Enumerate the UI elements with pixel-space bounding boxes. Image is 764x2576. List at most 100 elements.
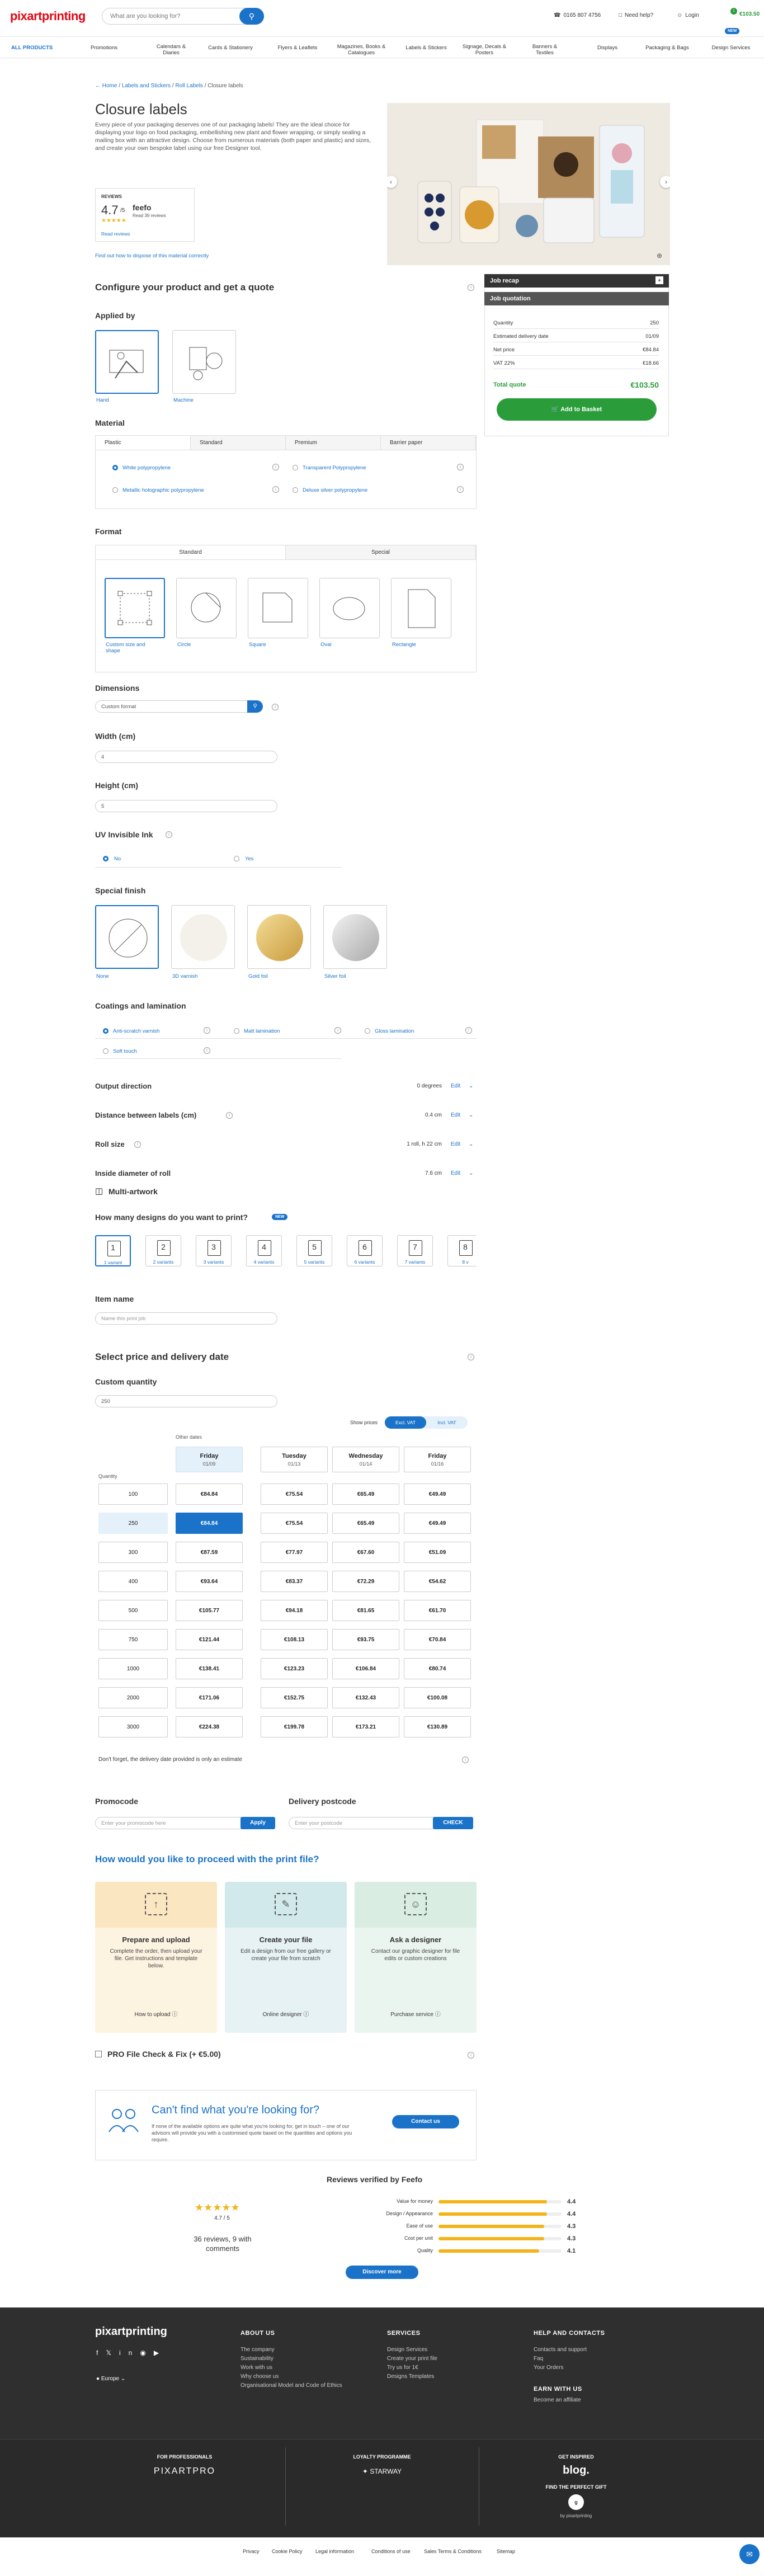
nav-labels[interactable]: Labels & Stickers [404,45,449,51]
footer-link[interactable]: Design Services [387,2347,427,2353]
vat-toggle[interactable]: Excl. VAT Incl. VAT [385,1416,468,1429]
material-radio-holographic-pp[interactable] [112,487,118,493]
inside-diameter-edit[interactable]: Edit [451,1170,460,1176]
price-cell[interactable]: €93.75 [332,1629,399,1650]
dimensions-search-icon[interactable]: ⚲ [247,700,263,713]
price-cell[interactable]: €49.49 [404,1484,471,1505]
contact-us-button[interactable]: Contact us [392,2115,459,2128]
quantity-cell[interactable]: 750 [98,1629,168,1650]
footer-bottom-link[interactable]: Conditions of use [371,2549,411,2554]
coating-radio-soft-touch[interactable] [103,1048,109,1054]
info-icon[interactable]: i [468,2052,474,2059]
footer-link[interactable]: Try us for 1€ [387,2365,418,2371]
footer-link[interactable]: Faq [534,2356,543,2362]
nav-design-services[interactable]: Design Services [706,45,756,51]
price-cell[interactable]: €173.21 [332,1716,399,1737]
info-icon[interactable]: i [134,1141,141,1148]
price-cell[interactable]: €81.65 [332,1600,399,1621]
price-cell[interactable]: €94.18 [261,1600,328,1621]
search-input[interactable] [110,13,233,20]
expand-icon[interactable]: + [655,276,663,284]
quantity-cell[interactable]: 250 [98,1513,168,1534]
proceed-card[interactable]: ↑ Prepare and upload Complete the order, t… [95,1882,217,2033]
uv-radio-no[interactable] [103,856,109,861]
price-cell[interactable]: €87.59 [176,1542,243,1563]
coating-radio-gloss[interactable] [365,1028,370,1034]
footer-bottom-link[interactable]: Sitemap [497,2549,515,2554]
social-icons[interactable]: f𝕏in◉▶ [96,2349,167,2357]
info-icon[interactable]: i [457,464,464,470]
design-option[interactable]: 2 2 variants [145,1235,181,1266]
price-cell[interactable]: €152.75 [261,1687,328,1708]
cart-total[interactable]: €103.50 [739,11,760,17]
footer-link[interactable]: Sustainability [240,2356,273,2362]
nav-promotions[interactable]: Promotions [86,45,122,51]
finish-3d-varnish[interactable] [171,905,235,969]
search-bar[interactable]: ⚲ [102,8,264,25]
add-to-basket-button[interactable]: 🛒 Add to Basket [497,398,657,421]
height-input[interactable]: 5 [95,800,277,812]
vat-incl-option[interactable]: Incl. VAT [426,1416,468,1429]
design-option[interactable]: 7 7 variants [397,1235,433,1266]
footer-link[interactable]: The company [240,2347,275,2353]
info-icon[interactable]: i [457,486,464,493]
price-cell[interactable]: €199.78 [261,1716,328,1737]
gallery-next-button[interactable]: › [660,176,670,188]
price-cell[interactable]: €54.62 [404,1571,471,1592]
info-icon[interactable]: i [272,486,279,493]
distance-edit[interactable]: Edit [451,1112,460,1118]
info-icon[interactable]: i [468,1354,474,1360]
pixartpro-logo[interactable]: PIXARTPRO [112,2466,257,2476]
discover-more-button[interactable]: Discover more [346,2266,418,2279]
finish-silver-foil[interactable] [323,905,387,969]
price-cell[interactable]: €224.38 [176,1716,243,1737]
price-cell[interactable]: €105.77 [176,1600,243,1621]
quantity-cell[interactable]: 1000 [98,1658,168,1679]
width-input[interactable]: 4 [95,751,277,763]
chat-bubble-icon[interactable]: ✉ [739,2544,760,2564]
nav-banners[interactable]: Banners & Textiles [527,44,563,56]
coating-radio-anti-scratch[interactable] [103,1028,109,1034]
price-cell[interactable]: €75.54 [261,1513,328,1534]
quantity-cell[interactable]: 3000 [98,1716,168,1737]
quantity-cell[interactable]: 300 [98,1542,168,1563]
output-direction-edit[interactable]: Edit [451,1083,460,1089]
nav-all-products[interactable]: ALL PRODUCTS [11,45,53,51]
proceed-card[interactable]: ✎ Create your file Edit a design from our … [225,1882,347,2033]
tab-standard[interactable]: Standard [191,436,286,450]
chevron-down-icon[interactable]: ⌄ [469,1170,473,1176]
nav-displays[interactable]: Displays [589,45,625,51]
footer-link[interactable]: Become an affiliate [534,2397,581,2403]
search-button[interactable]: ⚲ [239,8,264,25]
dispose-material-link[interactable]: Find out how to dispose of this material… [95,253,209,259]
footer-bottom-link[interactable]: Cookie Policy [272,2549,303,2554]
nav-packaging[interactable]: Packaging & Bags [642,45,692,51]
footer-link[interactable]: Work with us [240,2365,272,2371]
info-icon[interactable]: i [272,464,279,470]
info-icon[interactable]: i [204,1027,210,1034]
price-cell[interactable]: €100.08 [404,1687,471,1708]
starway-logo[interactable]: ✦ STARWAY [309,2467,455,2475]
price-cell[interactable]: €65.49 [332,1484,399,1505]
check-button[interactable]: CHECK [433,1817,473,1829]
info-icon[interactable]: i [272,704,279,710]
price-cell[interactable]: €121.44 [176,1629,243,1650]
price-cell[interactable]: €51.09 [404,1542,471,1563]
proceed-card-link[interactable]: Online designer ⓘ [225,2009,347,2018]
design-option[interactable]: 8 8 v [447,1235,477,1266]
proceed-card-link[interactable]: How to upload ⓘ [95,2009,217,2018]
format-square[interactable] [248,578,308,638]
footer-link[interactable]: Your Orders [534,2365,564,2371]
footer-bottom-link[interactable]: Legal information [315,2549,354,2554]
logo[interactable]: pixartprinting [10,9,86,23]
proceed-card-link[interactable]: Purchase service ⓘ [355,2009,477,2018]
price-cell[interactable]: €108.13 [261,1629,328,1650]
price-cell[interactable]: €61.70 [404,1600,471,1621]
price-cell[interactable]: €72.29 [332,1571,399,1592]
material-radio-transparent-pp[interactable] [293,465,298,470]
price-cell[interactable]: €130.89 [404,1716,471,1737]
region-selector[interactable]: ● Europe ⌄ [96,2376,125,2382]
login-link[interactable]: ☺ Login [677,12,699,18]
tab-barrier-paper[interactable]: Barrier paper [381,436,476,450]
coating-radio-matt[interactable] [234,1028,239,1034]
